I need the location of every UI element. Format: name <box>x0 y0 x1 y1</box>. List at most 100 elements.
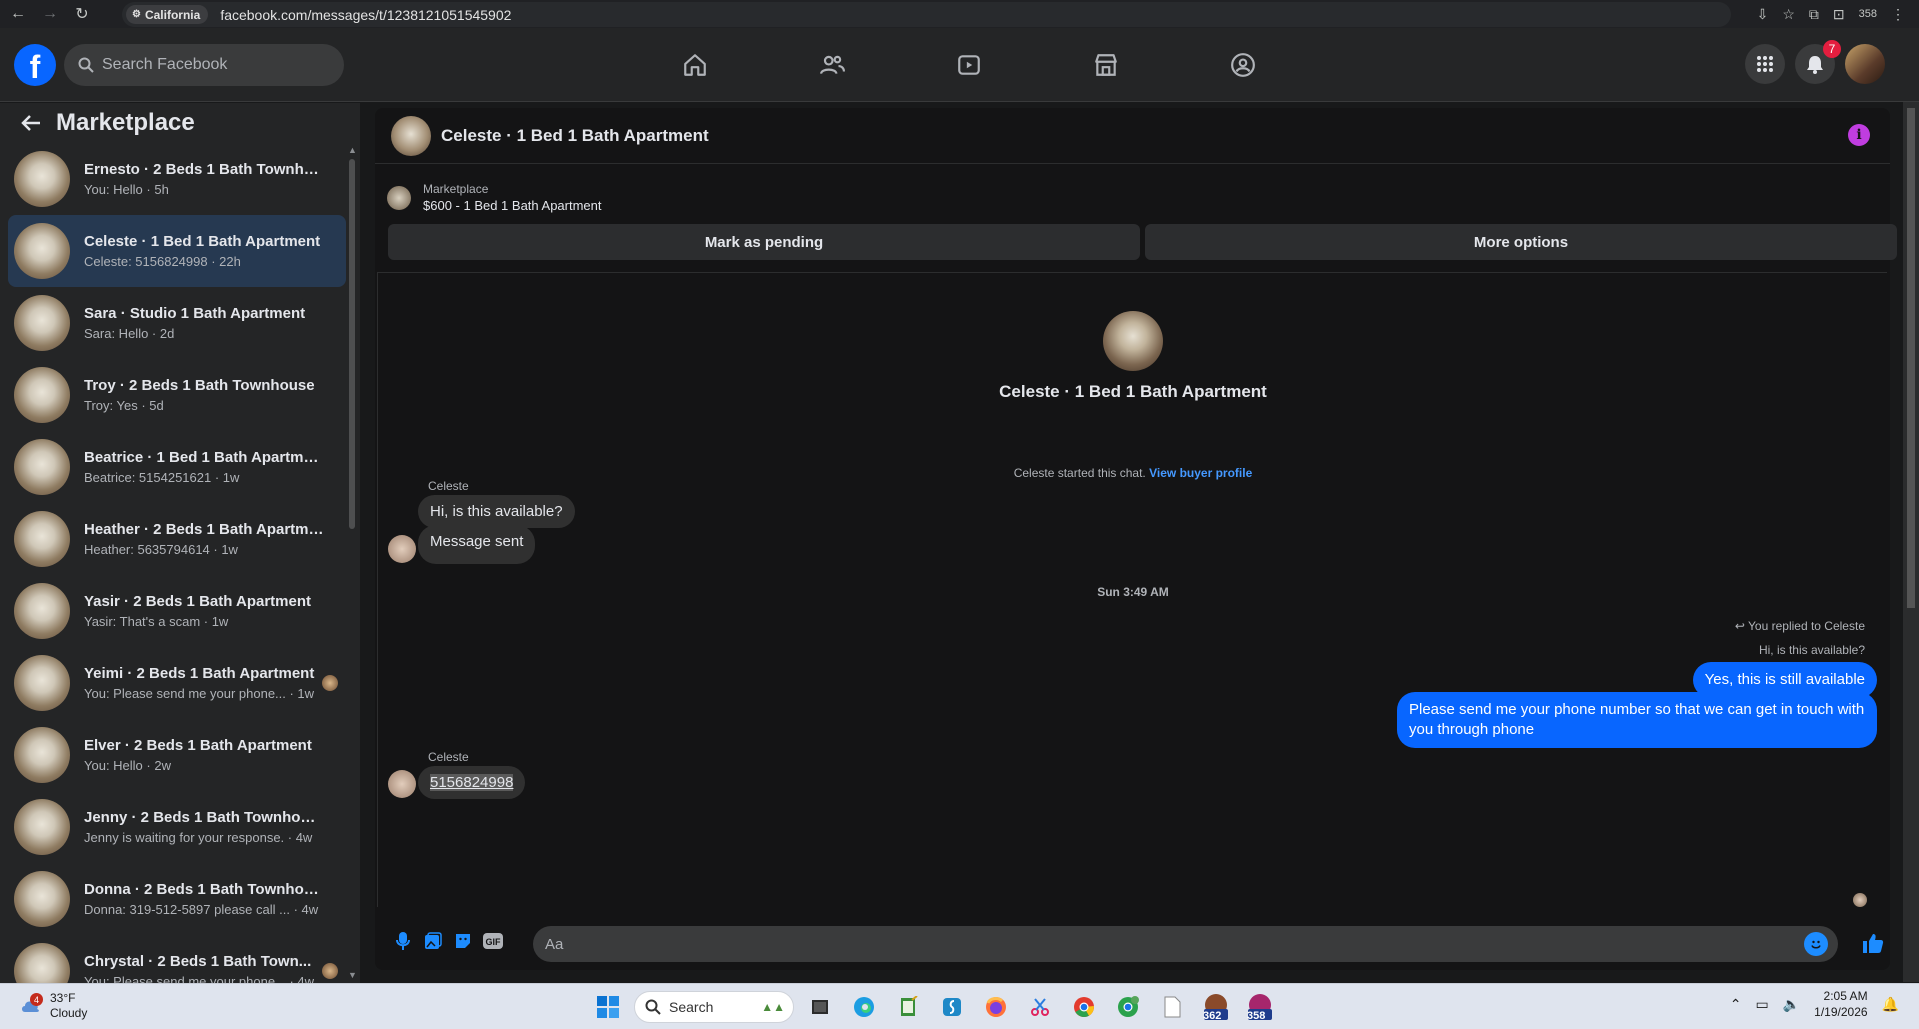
conversation-item[interactable]: Jenny · 2 Beds 1 Bath Townhouse Jenny is … <box>8 791 346 863</box>
nav-video[interactable] <box>900 34 1037 96</box>
video-icon <box>957 55 980 75</box>
search-box[interactable] <box>64 44 344 86</box>
groups-icon <box>1230 53 1255 77</box>
incoming-message[interactable]: Hi, is this available? <box>418 495 575 528</box>
page-scrollbar[interactable] <box>1903 102 1919 982</box>
start-button[interactable] <box>590 989 626 1025</box>
script-icon <box>943 998 961 1016</box>
scroll-down-icon[interactable]: ▼ <box>348 970 357 980</box>
listing-thumbnail <box>14 655 70 711</box>
nav-home[interactable] <box>626 34 763 96</box>
like-button[interactable] <box>1862 932 1884 959</box>
highlighted-phone-number[interactable]: 5156824998 <box>430 774 514 791</box>
page-scroll-thumb[interactable] <box>1907 108 1915 608</box>
listing-thumbnail <box>14 223 70 279</box>
conversation-item[interactable]: Sara · Studio 1 Bath Apartment Sara: Hell… <box>8 287 346 359</box>
intro-avatar <box>1103 311 1163 371</box>
menu-button[interactable] <box>1745 44 1785 84</box>
chrome-profile-icon <box>1118 996 1139 1017</box>
more-options-button[interactable]: More options <box>1145 224 1897 260</box>
firefox-icon <box>986 997 1006 1017</box>
task-view-app[interactable] <box>802 989 838 1025</box>
reply-arrow-icon: ↩ <box>1734 619 1745 633</box>
notification-center-icon[interactable]: 🔔 <box>1882 996 1899 1013</box>
header-actions: 7 <box>1745 40 1885 84</box>
emoji-button[interactable] <box>1804 932 1828 956</box>
url-text[interactable]: facebook.com/messages/t/1238121051545902 <box>220 7 511 23</box>
sidebar-scrollbar[interactable]: ▲ ▼ <box>348 145 357 980</box>
info-icon[interactable]: i <box>1848 124 1870 146</box>
emoji-icon <box>1811 940 1821 949</box>
chat-title[interactable]: Celeste · 1 Bed 1 Bath Apartment <box>441 126 709 146</box>
conversation-item[interactable]: Ernesto · 2 Beds 1 Bath Townhou... You: H… <box>8 143 346 215</box>
volume-icon[interactable]: 🔈 <box>1783 996 1800 1013</box>
chrome-profile-app[interactable] <box>1110 989 1146 1025</box>
back-icon[interactable]: ← <box>4 0 32 28</box>
incoming-message[interactable]: 5156824998 <box>418 766 526 799</box>
chevron-up-icon[interactable]: ⌃ <box>1730 996 1742 1013</box>
file-icon <box>1164 996 1181 1018</box>
message-thread[interactable]: Celeste · 1 Bed 1 Bath Apartment Celeste… <box>377 272 1887 907</box>
counter-app-2[interactable]: 358 <box>1242 989 1278 1025</box>
message-input-box[interactable] <box>533 926 1838 962</box>
conversation-item[interactable]: Troy · 2 Beds 1 Bath Townhouse Troy: Yes … <box>8 359 346 431</box>
extensions-icon[interactable]: ⧉ <box>1809 6 1819 23</box>
gif-icon: GIF <box>483 933 503 949</box>
clock[interactable]: 2:05 AM 1/19/2026 <box>1814 988 1867 1020</box>
counter-app-1[interactable]: 362 <box>1198 989 1234 1025</box>
forward-icon[interactable]: → <box>36 0 64 28</box>
snipping-tool-app[interactable] <box>1022 989 1058 1025</box>
conversation-item[interactable]: Beatrice · 1 Bed 1 Bath Apartment Beatric… <box>8 431 346 503</box>
intro-name: Celeste · 1 Bed 1 Bath Apartment <box>999 382 1267 401</box>
reload-icon[interactable]: ↻ <box>68 0 96 28</box>
weather-widget[interactable]: 4 33°F Cloudy <box>20 991 87 1021</box>
microphone-icon <box>396 932 410 950</box>
file-app[interactable] <box>1154 989 1190 1025</box>
gif-button[interactable]: GIF <box>475 923 511 959</box>
script-app[interactable] <box>934 989 970 1025</box>
notifications-button[interactable]: 7 <box>1795 40 1841 84</box>
quoted-message[interactable]: Hi, is this available? <box>1759 643 1865 657</box>
menu-icon[interactable]: ⋮ <box>1891 6 1905 23</box>
conversation-item[interactable]: Elver · 2 Beds 1 Bath Apartment You: Hell… <box>8 719 346 791</box>
listing-actions: Mark as pending More options <box>388 224 1897 260</box>
firefox-app[interactable] <box>978 989 1014 1025</box>
incoming-message[interactable]: Message sent <box>418 525 536 564</box>
back-arrow-icon[interactable] <box>20 112 42 134</box>
listing-thumbnail <box>14 727 70 783</box>
tab-counter[interactable]: 358 <box>1859 8 1877 20</box>
outgoing-message[interactable]: Please send me your phone number so that… <box>1397 692 1877 748</box>
notepad-app[interactable] <box>890 989 926 1025</box>
sidebar-scroll-thumb[interactable] <box>349 159 355 529</box>
conversation-item[interactable]: Chrystal · 2 Beds 1 Bath Town... You: Ple… <box>8 935 346 983</box>
view-buyer-profile-link[interactable]: View buyer profile <box>1149 466 1252 480</box>
nav-marketplace[interactable] <box>1037 34 1174 96</box>
nav-friends[interactable] <box>763 34 900 96</box>
message-input[interactable] <box>545 935 1745 953</box>
mark-as-pending-button[interactable]: Mark as pending <box>388 224 1140 260</box>
facebook-logo[interactable]: f <box>14 44 56 86</box>
conversation-item[interactable]: Donna · 2 Beds 1 Bath Townhouse Donna: 31… <box>8 863 346 935</box>
listing-summary[interactable]: Marketplace $600 - 1 Bed 1 Bath Apartmen… <box>387 182 602 213</box>
bookmark-star-icon[interactable]: ☆ <box>1782 6 1795 23</box>
profile-window-icon[interactable]: ⊡ <box>1833 6 1845 23</box>
scroll-up-icon[interactable]: ▲ <box>348 145 357 155</box>
taskbar-search[interactable]: Search ▲▲ <box>634 991 794 1023</box>
network-icon[interactable]: ▭ <box>1756 996 1769 1013</box>
edge-app[interactable] <box>846 989 882 1025</box>
install-icon[interactable]: ⇩ <box>1757 6 1769 23</box>
sticker-icon <box>456 934 470 948</box>
profile-avatar[interactable] <box>1845 44 1885 84</box>
conversation-item[interactable]: Yasir · 2 Beds 1 Bath Apartment Yasir: Th… <box>8 575 346 647</box>
listing-thumbnail <box>14 367 70 423</box>
listing-thumbnail <box>14 439 70 495</box>
location-chip[interactable]: ⚙ California <box>126 5 209 24</box>
address-bar[interactable]: ⚙ California facebook.com/messages/t/123… <box>122 2 1731 27</box>
chat-avatar[interactable] <box>391 115 431 156</box>
nav-groups[interactable] <box>1174 34 1311 96</box>
conversation-item-active[interactable]: Celeste · 1 Bed 1 Bath Apartment Celeste:… <box>8 215 346 287</box>
conversation-item[interactable]: Heather · 2 Beds 1 Bath Apartme... Heathe… <box>8 503 346 575</box>
conversation-item[interactable]: Yeimi · 2 Beds 1 Bath Apartment You: Plea… <box>8 647 346 719</box>
search-input[interactable] <box>102 56 322 74</box>
chrome-app[interactable] <box>1066 989 1102 1025</box>
